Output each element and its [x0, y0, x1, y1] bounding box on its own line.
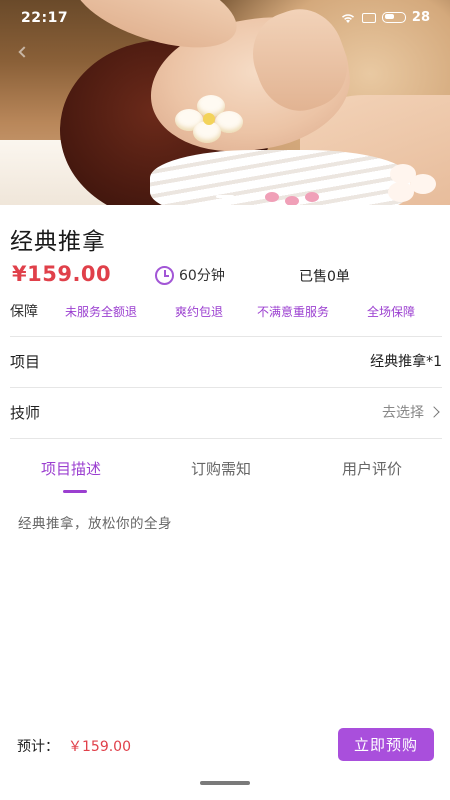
service-title: 经典推拿 [10, 229, 106, 255]
project-value: 经典推拿*1 [370, 354, 442, 370]
clock-icon [155, 265, 174, 285]
hero-carousel[interactable]: 22:17 28 [0, 0, 450, 205]
chevron-right-icon [428, 406, 440, 418]
divider [10, 336, 442, 337]
status-icons: 28 [340, 10, 430, 25]
technician-label: 技师 [10, 403, 41, 422]
battery-icon [381, 12, 406, 23]
guarantee-label: 保障 [10, 304, 38, 320]
book-now-button[interactable]: 立即预购 [338, 728, 434, 761]
active-tab-indicator [63, 490, 87, 493]
carousel-dot [216, 195, 234, 198]
service-price: ¥159.00 [12, 262, 112, 286]
tab-user-reviews[interactable]: 用户评价 [342, 458, 402, 479]
estimate-label: 预计： [17, 739, 59, 755]
back-button[interactable] [12, 40, 36, 64]
wifi-icon [341, 13, 354, 23]
status-time: 22:17 [21, 10, 69, 26]
guarantee-tag: 不满意重服务 [257, 304, 330, 319]
tab-project-description[interactable]: 项目描述 [41, 458, 101, 479]
project-description: 经典推拿，放松你的全身 [18, 516, 172, 532]
guarantee-tag: 爽约包退 [175, 304, 224, 319]
guarantee-tag: 全场保障 [367, 304, 416, 319]
flower-decoration [380, 160, 450, 205]
service-duration: 60分钟 [155, 265, 225, 285]
estimate-price: ￥159.00 [68, 739, 131, 755]
home-indicator[interactable] [200, 781, 250, 785]
divider [10, 438, 442, 439]
select-technician-text: 去选择 [382, 405, 424, 421]
guarantee-tag: 未服务全额退 [65, 304, 138, 319]
battery-level: 28 [411, 10, 430, 25]
guarantee-row: 保障 未服务全额退 爽约包退 不满意重服务 全场保障 [10, 300, 442, 322]
duration-text: 60分钟 [179, 268, 225, 284]
technician-row[interactable]: 技师 去选择 [10, 397, 442, 427]
project-label: 项目 [10, 352, 41, 371]
select-technician[interactable]: 去选择 [382, 402, 440, 422]
sold-count: 已售0单 [299, 269, 350, 285]
project-row: 项目 经典推拿*1 [10, 346, 442, 376]
divider [10, 387, 442, 388]
sim-icon [361, 12, 376, 23]
bottom-bar: 预计： ￥159.00 立即预购 [0, 722, 450, 767]
flower-decoration [175, 95, 245, 145]
tab-purchase-notes[interactable]: 订购需知 [191, 458, 251, 479]
back-arrow-icon [18, 46, 30, 58]
carousel-indicator [0, 195, 450, 198]
detail-tabs: 项目描述 订购需知 用户评价 [0, 458, 450, 498]
status-bar: 22:17 28 [0, 0, 450, 36]
